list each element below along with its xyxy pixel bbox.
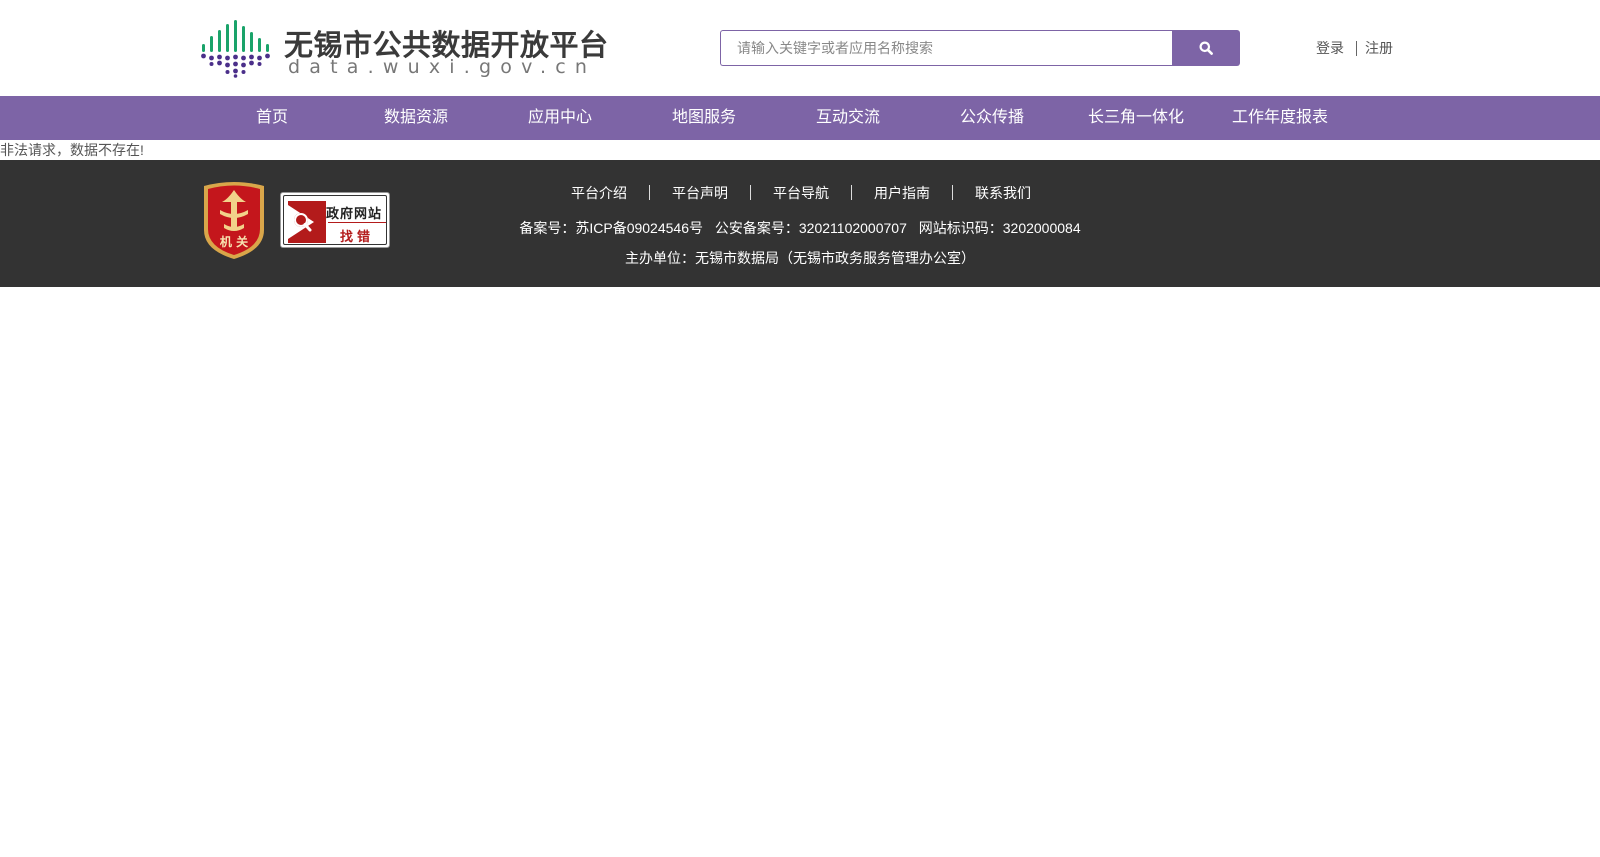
search-button[interactable] (1172, 30, 1240, 66)
footer-sponsor: 主办单位：无锡市数据局（无锡市政务服务管理办公室） (625, 250, 975, 266)
divider (1356, 40, 1357, 56)
footer-link-contact[interactable]: 联系我们 (953, 183, 1053, 203)
icp-number[interactable]: 备案号：苏ICP备09024546号 (519, 220, 703, 236)
logo-subtitle: data.wuxi.gov.cn (288, 56, 597, 78)
police-record-number[interactable]: 公安备案号：32021102000707 (715, 220, 907, 236)
search-bar (720, 30, 1240, 66)
nav-item-app-center[interactable]: 应用中心 (488, 96, 632, 140)
search-icon (1199, 41, 1213, 55)
site-identifier: 网站标识码：3202000084 (918, 220, 1081, 236)
nav-item-map-service[interactable]: 地图服务 (632, 96, 776, 140)
footer-link-statement[interactable]: 平台声明 (650, 183, 750, 203)
auth-links: 登录 注册 (1316, 38, 1393, 58)
search-input[interactable] (720, 30, 1172, 66)
footer-link-navigation[interactable]: 平台导航 (751, 183, 851, 203)
nav-item-public-communication[interactable]: 公众传播 (920, 96, 1064, 140)
nav-item-home[interactable]: 首页 (200, 96, 344, 140)
nav-item-interaction[interactable]: 互动交流 (776, 96, 920, 140)
footer-link-about[interactable]: 平台介绍 (549, 183, 649, 203)
nav-item-data-resources[interactable]: 数据资源 (344, 96, 488, 140)
error-message: 非法请求，数据不存在! (0, 142, 144, 158)
site-header: 无锡市公共数据开放平台 data.wuxi.gov.cn 登录 注册 (0, 0, 1600, 96)
footer-registration-info: 备案号：苏ICP备09024546号 公安备案号：32021102000707 … (0, 218, 1600, 238)
register-link[interactable]: 注册 (1365, 38, 1393, 58)
site-footer: 机 关 政府网站 找错 平台介绍 平台声明 平台导航 用户指南 联系我们 备案号… (0, 160, 1600, 287)
nav-item-annual-report[interactable]: 工作年度报表 (1208, 96, 1352, 140)
main-nav: 首页 数据资源 应用中心 地图服务 互动交流 公众传播 长三角一体化 工作年度报… (0, 96, 1600, 140)
site-logo[interactable]: 无锡市公共数据开放平台 data.wuxi.gov.cn (200, 20, 608, 78)
footer-link-user-guide[interactable]: 用户指南 (852, 183, 952, 203)
logo-mark-icon (201, 20, 270, 78)
login-link[interactable]: 登录 (1316, 38, 1344, 58)
nav-item-yangtze-delta[interactable]: 长三角一体化 (1064, 96, 1208, 140)
footer-links: 平台介绍 平台声明 平台导航 用户指南 联系我们 (0, 183, 1600, 203)
